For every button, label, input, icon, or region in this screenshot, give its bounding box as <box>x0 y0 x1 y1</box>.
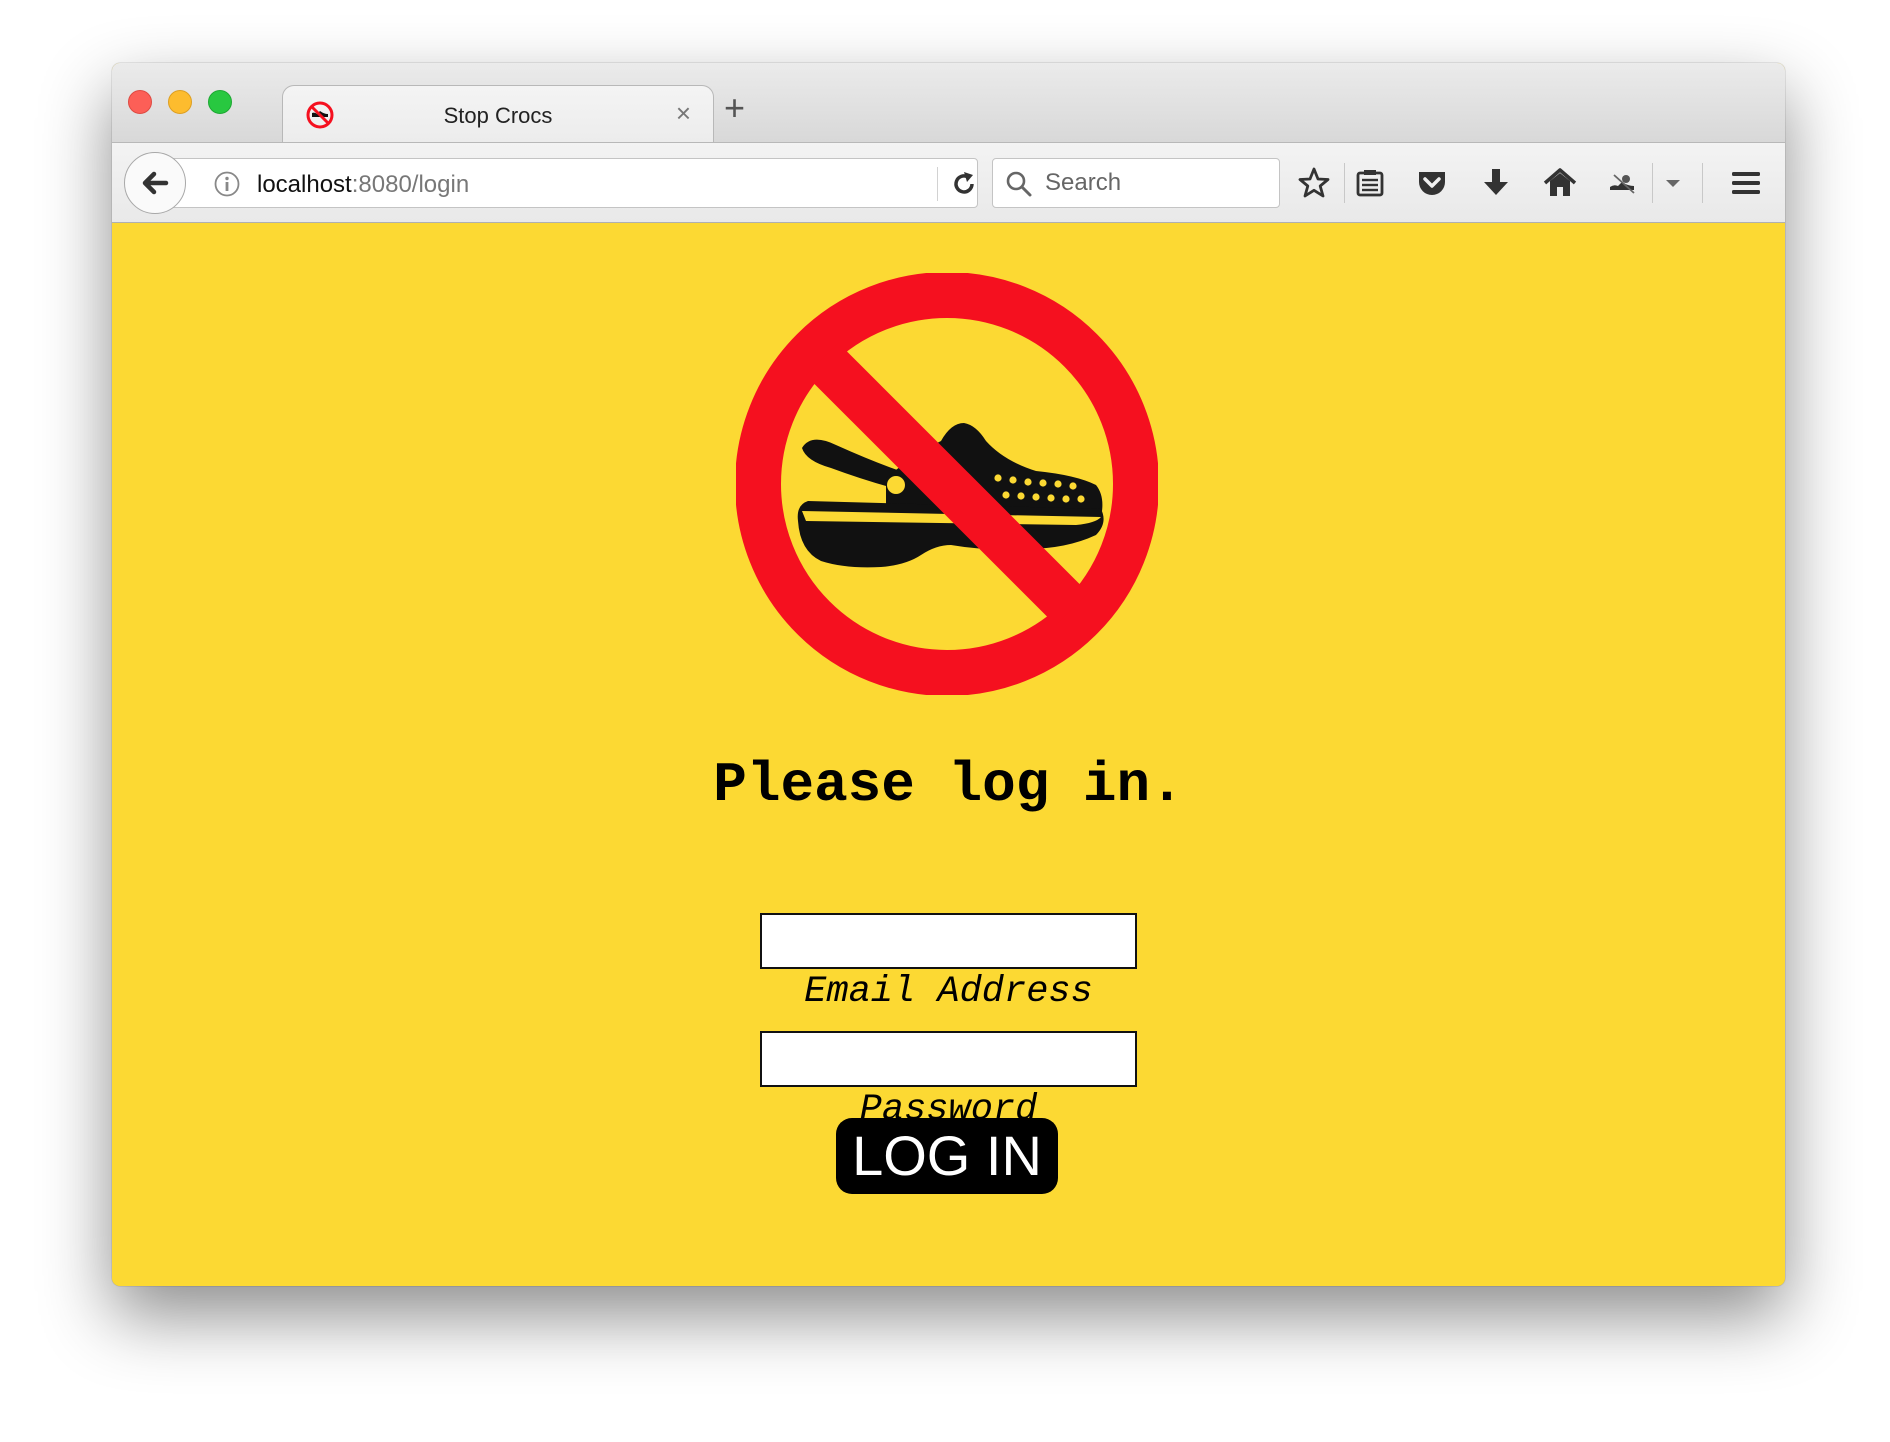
new-tab-button[interactable]: + <box>724 88 745 128</box>
pocket-icon[interactable] <box>1414 165 1450 201</box>
tab-stop-crocs[interactable]: Stop Crocs × <box>282 85 714 143</box>
back-button[interactable] <box>124 152 186 214</box>
zoom-window-button[interactable] <box>208 90 232 114</box>
info-icon[interactable] <box>213 170 241 198</box>
download-icon[interactable] <box>1478 165 1514 201</box>
search-bar[interactable] <box>992 158 1280 208</box>
extension-icon[interactable] <box>1606 165 1642 201</box>
url-path: :8080/login <box>351 171 470 198</box>
toolbar-divider <box>1344 163 1345 203</box>
hamburger-menu-icon[interactable] <box>1728 165 1764 201</box>
password-field[interactable] <box>760 1031 1137 1087</box>
back-arrow-icon <box>142 171 169 195</box>
browser-window: Stop Crocs × + localhost:8080/login Sear… <box>112 63 1785 1286</box>
tab-close-icon[interactable]: × <box>676 100 691 126</box>
minimize-window-button[interactable] <box>168 90 192 114</box>
tab-title: Stop Crocs <box>443 103 553 128</box>
url-bar[interactable]: localhost:8080/login <box>162 158 978 208</box>
title-bar: Stop Crocs × + <box>112 63 1785 143</box>
url-divider <box>937 167 938 201</box>
email-field[interactable] <box>760 913 1137 969</box>
page-title: Please log in. <box>713 753 1184 817</box>
url-host: localhost <box>257 171 352 198</box>
close-window-button[interactable] <box>128 90 152 114</box>
login-button[interactable]: LOG IN <box>836 1118 1058 1194</box>
page-content: Please log in. Email Address Password LO… <box>112 223 1785 1286</box>
star-icon[interactable] <box>1296 165 1332 201</box>
search-input[interactable] <box>1045 166 1273 200</box>
chevron-down-icon[interactable] <box>1662 165 1684 201</box>
url-text[interactable]: localhost:8080/login <box>257 171 469 199</box>
home-icon[interactable] <box>1542 165 1578 201</box>
toolbar-divider <box>1702 163 1703 203</box>
reader-list-icon[interactable] <box>1352 165 1388 201</box>
nav-toolbar: localhost:8080/login <box>112 142 1785 223</box>
search-icon <box>1006 171 1032 197</box>
toolbar-divider <box>1652 163 1653 203</box>
reload-icon[interactable] <box>949 169 979 199</box>
email-label: Email Address <box>804 971 1093 1013</box>
no-crocs-icon <box>736 273 1158 695</box>
